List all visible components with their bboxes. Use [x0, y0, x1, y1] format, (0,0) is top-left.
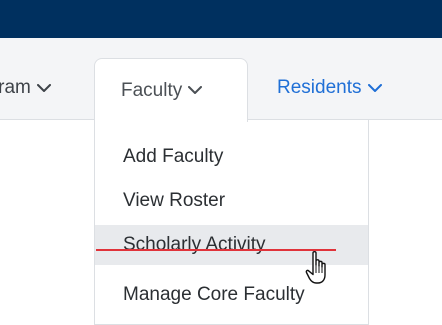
top-header-bar	[0, 0, 442, 38]
nav-item-program[interactable]: Program	[0, 70, 90, 106]
nav-item-program-label: Program	[0, 77, 31, 98]
menu-item-view-roster[interactable]: View Roster	[95, 181, 368, 221]
chevron-down-icon	[188, 86, 203, 95]
menu-item-add-faculty[interactable]: Add Faculty	[95, 137, 368, 177]
nav-item-faculty-label: Faculty	[121, 79, 183, 101]
nav-item-residents[interactable]: Residents	[277, 70, 382, 106]
hand-pointer-icon	[304, 250, 334, 291]
nav-item-faculty[interactable]: Faculty	[94, 58, 248, 122]
red-strikethrough-annotation	[96, 249, 336, 251]
faculty-dropdown-menu: Add Faculty View Roster Scholarly Activi…	[94, 120, 369, 325]
chevron-down-icon	[367, 83, 382, 93]
nav-item-residents-label: Residents	[277, 77, 362, 98]
chevron-down-icon	[36, 83, 51, 93]
